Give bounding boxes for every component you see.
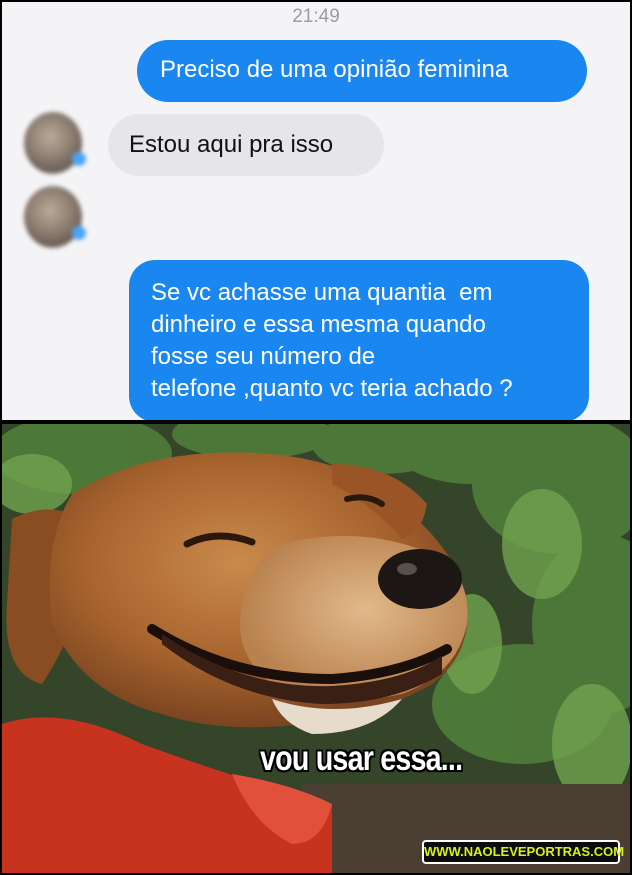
chat-screenshot: 21:49 Preciso de uma opinião feminina Es…	[2, 2, 630, 420]
incoming-message-bubble[interactable]: Estou aqui pra isso	[108, 114, 384, 176]
message-line: Se vc achasse uma quantia em	[151, 279, 493, 306]
contact-avatar[interactable]	[24, 186, 86, 248]
outgoing-message-bubble[interactable]: Se vc achasse uma quantia em dinheiro e …	[129, 260, 589, 420]
outgoing-message-bubble[interactable]: Preciso de uma opinião feminina	[137, 40, 587, 102]
contact-avatar[interactable]	[24, 112, 86, 174]
message-line: telefone ,quanto vc teria achado ?	[151, 375, 513, 402]
dog-photo: vou usar essa... WWW.NAOLEVEPORTRAS.COM	[2, 424, 630, 873]
meme-caption: vou usar essa...	[260, 739, 463, 778]
message-line: fosse seu número de	[151, 343, 376, 370]
site-watermark: WWW.NAOLEVEPORTRAS.COM	[422, 840, 624, 864]
online-dot-icon	[72, 152, 86, 166]
online-dot-icon	[72, 226, 86, 240]
message-line: dinheiro e essa mesma quando	[151, 311, 486, 338]
meme-frame: 21:49 Preciso de uma opinião feminina Es…	[0, 0, 632, 875]
smiling-dog-illustration	[2, 424, 630, 873]
message-timestamp: 21:49	[292, 6, 340, 27]
